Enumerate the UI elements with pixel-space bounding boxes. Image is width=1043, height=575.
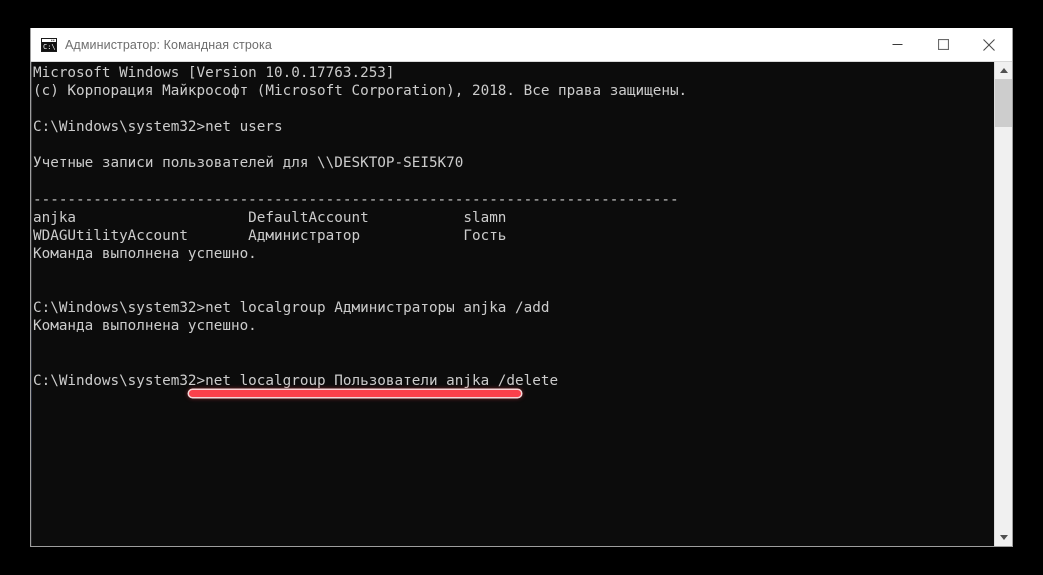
svg-text:C:\: C:\: [43, 43, 56, 51]
console-area: Microsoft Windows [Version 10.0.17763.25…: [31, 62, 1012, 546]
chevron-up-icon: [1000, 68, 1008, 73]
screen: C:\ Администратор: Командная строка: [0, 0, 1043, 575]
console-output[interactable]: Microsoft Windows [Version 10.0.17763.25…: [31, 62, 994, 546]
console-scrollbar[interactable]: [994, 62, 1012, 546]
cmd-console-icon: C:\: [41, 37, 57, 53]
red-underline-annotation: [189, 390, 521, 397]
scroll-up-button[interactable]: [995, 62, 1012, 79]
window-titlebar[interactable]: C:\ Администратор: Командная строка: [31, 28, 1012, 62]
console-left-edge: [31, 62, 32, 546]
window-title: Администратор: Командная строка: [65, 38, 874, 52]
scrollbar-track[interactable]: [995, 79, 1012, 529]
minimize-button[interactable]: [874, 28, 920, 61]
chevron-down-icon: [1000, 535, 1008, 540]
window-controls: [874, 28, 1012, 61]
scrollbar-thumb[interactable]: [995, 79, 1012, 127]
console-text-buffer: Microsoft Windows [Version 10.0.17763.25…: [33, 64, 994, 390]
maximize-button[interactable]: [920, 28, 966, 61]
command-prompt-window: C:\ Администратор: Командная строка: [30, 28, 1013, 547]
close-button[interactable]: [966, 28, 1012, 61]
scroll-down-button[interactable]: [995, 529, 1012, 546]
